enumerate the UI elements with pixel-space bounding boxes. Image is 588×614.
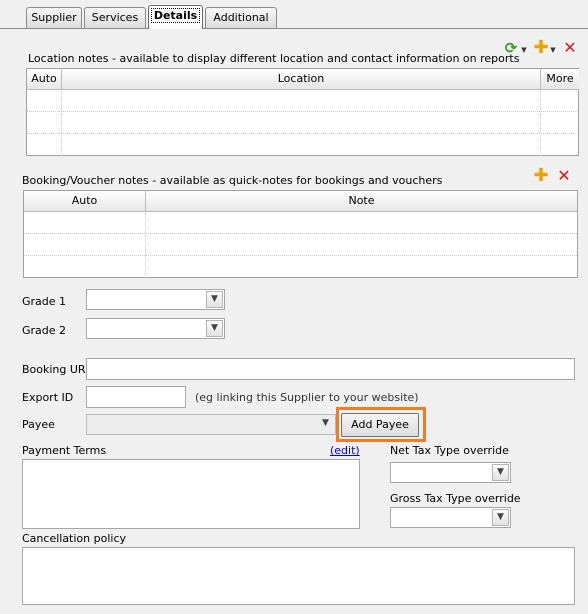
table-cell[interactable] (62, 135, 541, 156)
column-header-auto[interactable]: Auto (24, 191, 146, 212)
booking-notes-title: Booking/Voucher notes - available as qui… (22, 174, 443, 187)
delete-icon[interactable]: ✕ (562, 40, 578, 56)
table-cell[interactable] (62, 91, 541, 111)
table-cell[interactable] (62, 113, 541, 133)
tab-services[interactable]: Services (84, 7, 146, 28)
table-row[interactable] (24, 257, 577, 278)
table-row[interactable] (24, 235, 577, 256)
table-cell[interactable] (24, 235, 146, 255)
payment-terms-edit-link[interactable]: (edit) (330, 444, 360, 457)
chevron-down-icon[interactable]: ▼ (492, 509, 509, 526)
net-tax-select[interactable]: ▼ (390, 462, 511, 483)
table-cell[interactable] (541, 91, 579, 111)
chevron-down-icon[interactable]: ▼ (520, 42, 528, 58)
grade1-label: Grade 1 (22, 295, 67, 308)
tab-details[interactable]: Details (148, 5, 203, 29)
payee-label: Payee (22, 418, 55, 431)
refresh-icon[interactable]: ⟳ (503, 40, 519, 56)
table-cell[interactable] (146, 213, 577, 233)
chevron-down-icon[interactable]: ▼ (206, 291, 223, 308)
table-cell[interactable] (146, 235, 577, 255)
table-cell[interactable] (27, 135, 62, 156)
export-id-hint: (eg linking this Supplier to your websit… (195, 391, 419, 404)
table-row[interactable] (27, 113, 578, 134)
grade1-select[interactable]: ▼ (86, 289, 225, 310)
gross-tax-label: Gross Tax Type override (390, 492, 521, 505)
grade2-label: Grade 2 (22, 324, 67, 337)
table-row[interactable] (27, 91, 578, 112)
payment-terms-label: Payment Terms (22, 444, 107, 457)
grade2-select[interactable]: ▼ (86, 318, 225, 339)
add-payee-button[interactable]: Add Payee (341, 413, 419, 437)
delete-icon[interactable]: ✕ (556, 168, 572, 184)
column-header-auto[interactable]: Auto (27, 69, 62, 90)
table-cell[interactable] (146, 257, 577, 278)
table-row[interactable] (27, 135, 578, 156)
chevron-down-icon[interactable]: ▼ (492, 464, 509, 481)
location-notes-grid[interactable]: Auto Location More (26, 68, 579, 156)
chevron-down-icon[interactable]: ▼ (317, 416, 334, 433)
tab-additional[interactable]: Additional (205, 7, 277, 28)
plus-icon[interactable]: ✚ (533, 167, 549, 185)
tab-strip: Supplier Services Details Additional (0, 0, 588, 30)
table-cell[interactable] (541, 135, 579, 156)
payee-select[interactable]: ▼ (86, 414, 336, 435)
chevron-down-icon[interactable]: ▼ (549, 42, 557, 58)
net-tax-label: Net Tax Type override (390, 444, 509, 457)
column-header-more[interactable]: More (541, 69, 579, 90)
booking-url-label: Booking URL (22, 363, 92, 376)
cancellation-field[interactable] (22, 547, 575, 605)
cancellation-label: Cancellation policy (22, 532, 127, 545)
table-cell[interactable] (27, 113, 62, 133)
tab-supplier[interactable]: Supplier (26, 7, 82, 28)
booking-notes-grid[interactable]: Auto Note (23, 190, 578, 278)
gross-tax-select[interactable]: ▼ (390, 507, 511, 528)
payment-terms-field[interactable] (22, 459, 360, 529)
table-cell[interactable] (24, 213, 146, 233)
column-header-location[interactable]: Location (62, 69, 541, 90)
table-row[interactable] (24, 213, 577, 234)
plus-icon[interactable]: ✚ (533, 39, 549, 57)
export-id-field[interactable] (86, 386, 186, 408)
export-id-label: Export ID (22, 391, 74, 404)
chevron-down-icon[interactable]: ▼ (206, 320, 223, 337)
table-cell[interactable] (27, 91, 62, 111)
booking-url-field[interactable] (86, 358, 575, 380)
table-cell[interactable] (24, 257, 146, 278)
location-notes-title: Location notes - available to display di… (28, 52, 520, 65)
column-header-note[interactable]: Note (146, 191, 577, 212)
table-cell[interactable] (541, 113, 579, 133)
